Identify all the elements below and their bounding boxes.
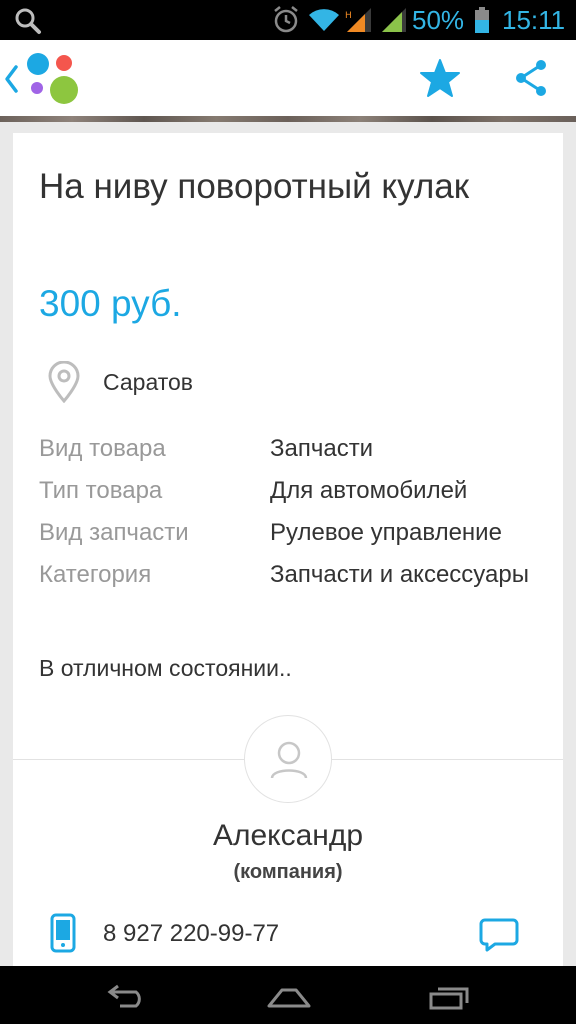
seller-phone[interactable]: 8 927 220-99-77 — [103, 920, 279, 948]
params-table: Вид товара Запчасти Тип товара Для автом… — [39, 433, 539, 601]
app-logo[interactable] — [24, 50, 82, 108]
param-value: Запчасти — [270, 435, 374, 462]
listing-location: Саратов — [103, 369, 194, 395]
search-icon[interactable] — [14, 7, 42, 39]
photo-strip[interactable] — [0, 116, 576, 122]
param-key: Категория — [39, 561, 152, 588]
param-value: Для автомобилей — [270, 477, 468, 504]
chat-icon[interactable] — [479, 917, 519, 957]
param-value: Запчасти и аксессуары — [270, 561, 529, 588]
battery-icon — [474, 7, 490, 37]
listing-card: На ниву поворотный кулак 300 руб. Сарато… — [13, 133, 563, 973]
favorite-star-icon[interactable] — [419, 58, 461, 102]
app-bar — [0, 40, 576, 118]
listing-price: 300 руб. — [39, 283, 182, 324]
param-key: Тип товара — [39, 477, 163, 504]
phone-icon[interactable] — [49, 913, 77, 957]
listing-description: В отличном состоянии.. — [39, 655, 292, 681]
battery-percent: 50% — [412, 5, 465, 35]
signal-icon: H — [345, 8, 373, 36]
back-nav-icon[interactable] — [106, 984, 150, 1012]
param-key: Вид запчасти — [39, 519, 189, 546]
clock: 15:11 — [502, 5, 566, 35]
share-icon[interactable] — [513, 58, 549, 102]
param-row: Вид товара Запчасти — [39, 433, 539, 464]
svg-text:H: H — [345, 11, 352, 21]
param-row: Категория Запчасти и аксессуары — [39, 559, 539, 590]
navigation-bar — [0, 966, 576, 1024]
param-key: Вид товара — [39, 435, 166, 462]
status-bar: H 50% 15:11 — [0, 0, 576, 40]
avatar[interactable] — [244, 715, 332, 803]
signal-icon — [380, 8, 408, 36]
location-pin-icon — [47, 360, 81, 407]
recents-nav-icon[interactable] — [428, 984, 472, 1014]
param-row: Тип товара Для автомобилей — [39, 475, 539, 506]
alarm-icon — [272, 6, 300, 38]
back-icon[interactable] — [4, 64, 20, 98]
listing-title: На ниву поворотный кулак — [39, 167, 470, 206]
wifi-icon — [308, 7, 340, 37]
home-nav-icon[interactable] — [266, 984, 312, 1012]
seller-name: Александр — [212, 819, 364, 852]
seller-type: (компания) — [233, 861, 343, 883]
param-value: Рулевое управление — [270, 519, 502, 546]
param-row: Вид запчасти Рулевое управление — [39, 517, 539, 548]
